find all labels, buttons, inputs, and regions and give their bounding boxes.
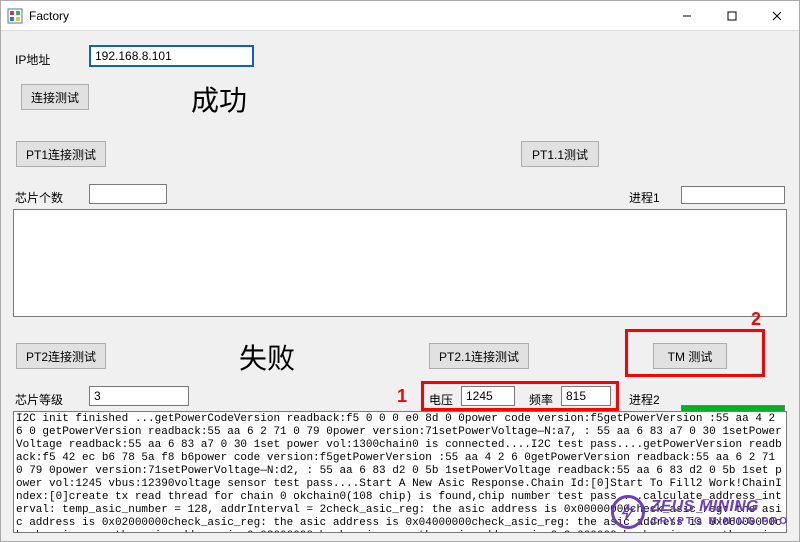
- connect-test-button[interactable]: 连接测试: [21, 84, 89, 110]
- chipcount-label: 芯片个数: [15, 189, 63, 206]
- pt2-connect-test-button[interactable]: PT2连接测试: [16, 343, 106, 369]
- log1-textarea[interactable]: [13, 209, 787, 317]
- freq-label: 频率: [529, 391, 553, 408]
- pt2-1-connect-test-button[interactable]: PT2.1连接测试: [429, 343, 529, 369]
- window-close-button[interactable]: [754, 1, 799, 30]
- app-icon: [7, 8, 23, 24]
- window-buttons: [664, 1, 799, 30]
- voltage-input[interactable]: [461, 386, 515, 406]
- ip-input[interactable]: [89, 45, 254, 67]
- client-area: IP地址 连接测试 成功 PT1连接测试 PT1.1测试 芯片个数 进程1 PT…: [1, 31, 799, 541]
- progress1-bar: [681, 186, 785, 204]
- progress1-label: 进程1: [629, 189, 660, 206]
- status-success: 成功: [191, 79, 247, 119]
- freq-input[interactable]: [561, 386, 611, 406]
- window-maximize-button[interactable]: [709, 1, 754, 30]
- titlebar: Factory: [1, 1, 799, 31]
- voltage-label: 电压: [429, 391, 453, 408]
- tm-test-button[interactable]: TM 测试: [653, 343, 727, 369]
- progress2-label: 进程2: [629, 391, 660, 408]
- log2-textarea[interactable]: I2C init finished ...getPowerCodeVersion…: [13, 411, 787, 533]
- annotation-number-1: 1: [397, 386, 407, 407]
- window-title: Factory: [29, 9, 69, 23]
- pt1-connect-test-button[interactable]: PT1连接测试: [16, 141, 106, 167]
- chipgrade-label: 芯片等级: [15, 391, 63, 408]
- pt1-1-test-button[interactable]: PT1.1测试: [521, 141, 599, 167]
- window-minimize-button[interactable]: [664, 1, 709, 30]
- chipcount-input[interactable]: [89, 184, 167, 204]
- status-fail: 失败: [239, 337, 295, 377]
- chipgrade-input[interactable]: [89, 386, 189, 406]
- app-window: Factory IP地址 连接测试 成功 PT1连接测试 PT1.1测试 芯片个…: [0, 0, 800, 542]
- ip-label: IP地址: [15, 51, 50, 68]
